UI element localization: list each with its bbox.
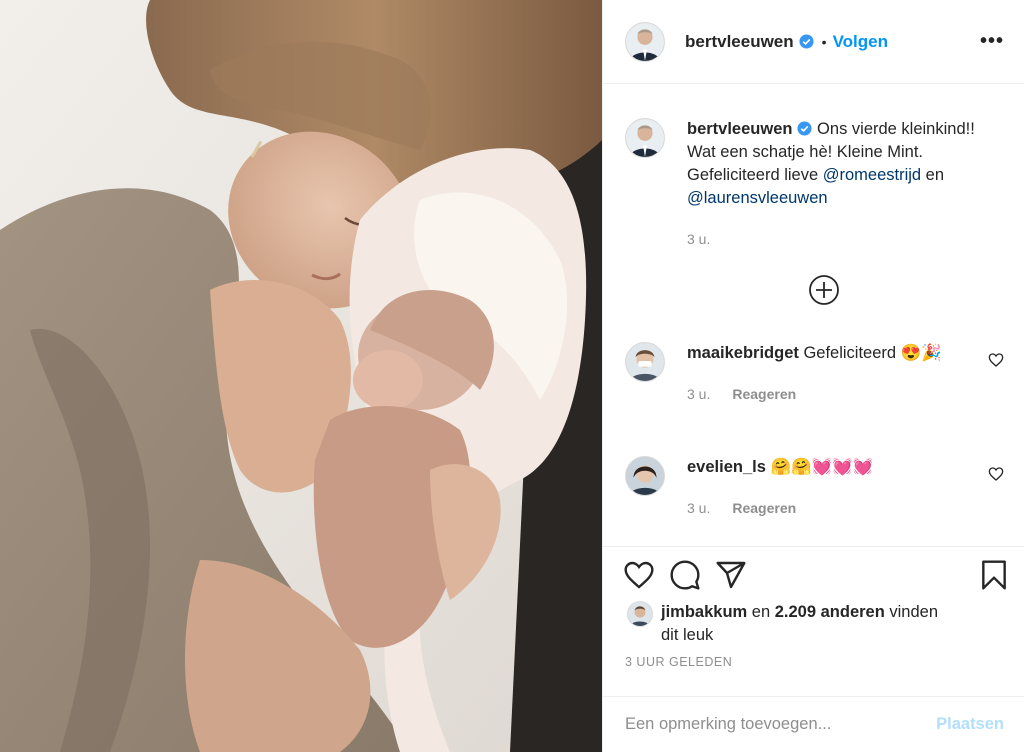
- comment-username[interactable]: maaikebridget: [687, 344, 799, 362]
- liker-username[interactable]: jimbakkum: [661, 603, 747, 621]
- comment-icon[interactable]: [669, 559, 701, 591]
- author-avatar[interactable]: [625, 21, 665, 62]
- author-username[interactable]: bertvleeuwen: [685, 32, 794, 52]
- bookmark-icon[interactable]: [978, 559, 1010, 591]
- caption-body: bertvleeuwen Ons vierde kleinkind!! Wat …: [687, 118, 1004, 251]
- action-icons: [603, 547, 1024, 595]
- comment-meta: 3 u. Reageren: [687, 383, 987, 406]
- post-photo[interactable]: [0, 0, 602, 752]
- commenter-avatar[interactable]: [625, 342, 665, 382]
- reply-button[interactable]: Reageren: [732, 386, 796, 402]
- post-comment-button[interactable]: Plaatsen: [936, 715, 1004, 734]
- caption-joiner: en: [921, 166, 945, 184]
- caption-meta: 3 u.: [687, 228, 1004, 251]
- post-time[interactable]: 3 UUR GELEDEN: [603, 647, 1024, 669]
- comment-text: Gefeliciteerd 😍🎉: [798, 344, 942, 362]
- comment-item: maaikebridget Gefeliciteerd 😍🎉 3 u. Reage…: [625, 342, 1004, 406]
- comment-body: evelien_ls 🤗🤗💓💓💓 3 u. Reageren: [687, 456, 987, 520]
- comment-body: maaikebridget Gefeliciteerd 😍🎉 3 u. Reage…: [687, 342, 987, 406]
- caption-time[interactable]: 3 u.: [687, 231, 710, 247]
- post-actions: jimbakkum en 2.209 anderen vinden dit le…: [603, 546, 1024, 701]
- separator-dot: •: [821, 33, 827, 50]
- heart-icon[interactable]: [988, 466, 1004, 482]
- comment-item: evelien_ls 🤗🤗💓💓💓 3 u. Reageren: [625, 456, 1004, 520]
- verified-icon: [797, 121, 812, 136]
- liker-avatar[interactable]: [627, 601, 653, 627]
- likes-summary: jimbakkum en 2.209 anderen vinden dit le…: [603, 595, 1024, 647]
- post-side-panel: bertvleeuwen • Volgen ••• bertvleeuwen O…: [602, 0, 1024, 752]
- comment-time[interactable]: 3 u.: [687, 386, 710, 402]
- caption-username[interactable]: bertvleeuwen: [687, 120, 792, 138]
- commenter-avatar[interactable]: [625, 456, 665, 496]
- comment-username[interactable]: evelien_ls: [687, 458, 766, 476]
- heart-icon[interactable]: [623, 559, 655, 591]
- more-options-icon[interactable]: •••: [980, 30, 1004, 53]
- post-header: bertvleeuwen • Volgen •••: [603, 0, 1024, 84]
- add-comment-bar: Plaatsen: [603, 696, 1024, 752]
- plus-circle-icon[interactable]: [808, 274, 840, 306]
- mention-link[interactable]: @romeestrijd: [823, 166, 921, 184]
- verified-icon: [799, 34, 814, 49]
- comment-time[interactable]: 3 u.: [687, 500, 710, 516]
- photo-mother-and-newborn: [0, 0, 602, 752]
- comments-section: bertvleeuwen Ons vierde kleinkind!! Wat …: [603, 84, 1024, 546]
- likes-count[interactable]: 2.209 anderen: [775, 603, 885, 621]
- mention-link[interactable]: @laurensvleeuwen: [687, 189, 828, 207]
- likes-text: jimbakkum en 2.209 anderen vinden dit le…: [661, 601, 951, 647]
- caption-avatar[interactable]: [625, 118, 665, 158]
- comment-meta: 3 u. Reageren: [687, 497, 987, 520]
- share-icon[interactable]: [715, 559, 747, 591]
- comment-input[interactable]: [625, 715, 937, 734]
- heart-icon[interactable]: [988, 352, 1004, 368]
- reply-button[interactable]: Reageren: [732, 500, 796, 516]
- follow-button[interactable]: Volgen: [833, 32, 888, 52]
- comment-text: 🤗🤗💓💓💓: [765, 458, 874, 476]
- post-caption: bertvleeuwen Ons vierde kleinkind!! Wat …: [603, 84, 1024, 251]
- likes-middle: en: [747, 603, 775, 621]
